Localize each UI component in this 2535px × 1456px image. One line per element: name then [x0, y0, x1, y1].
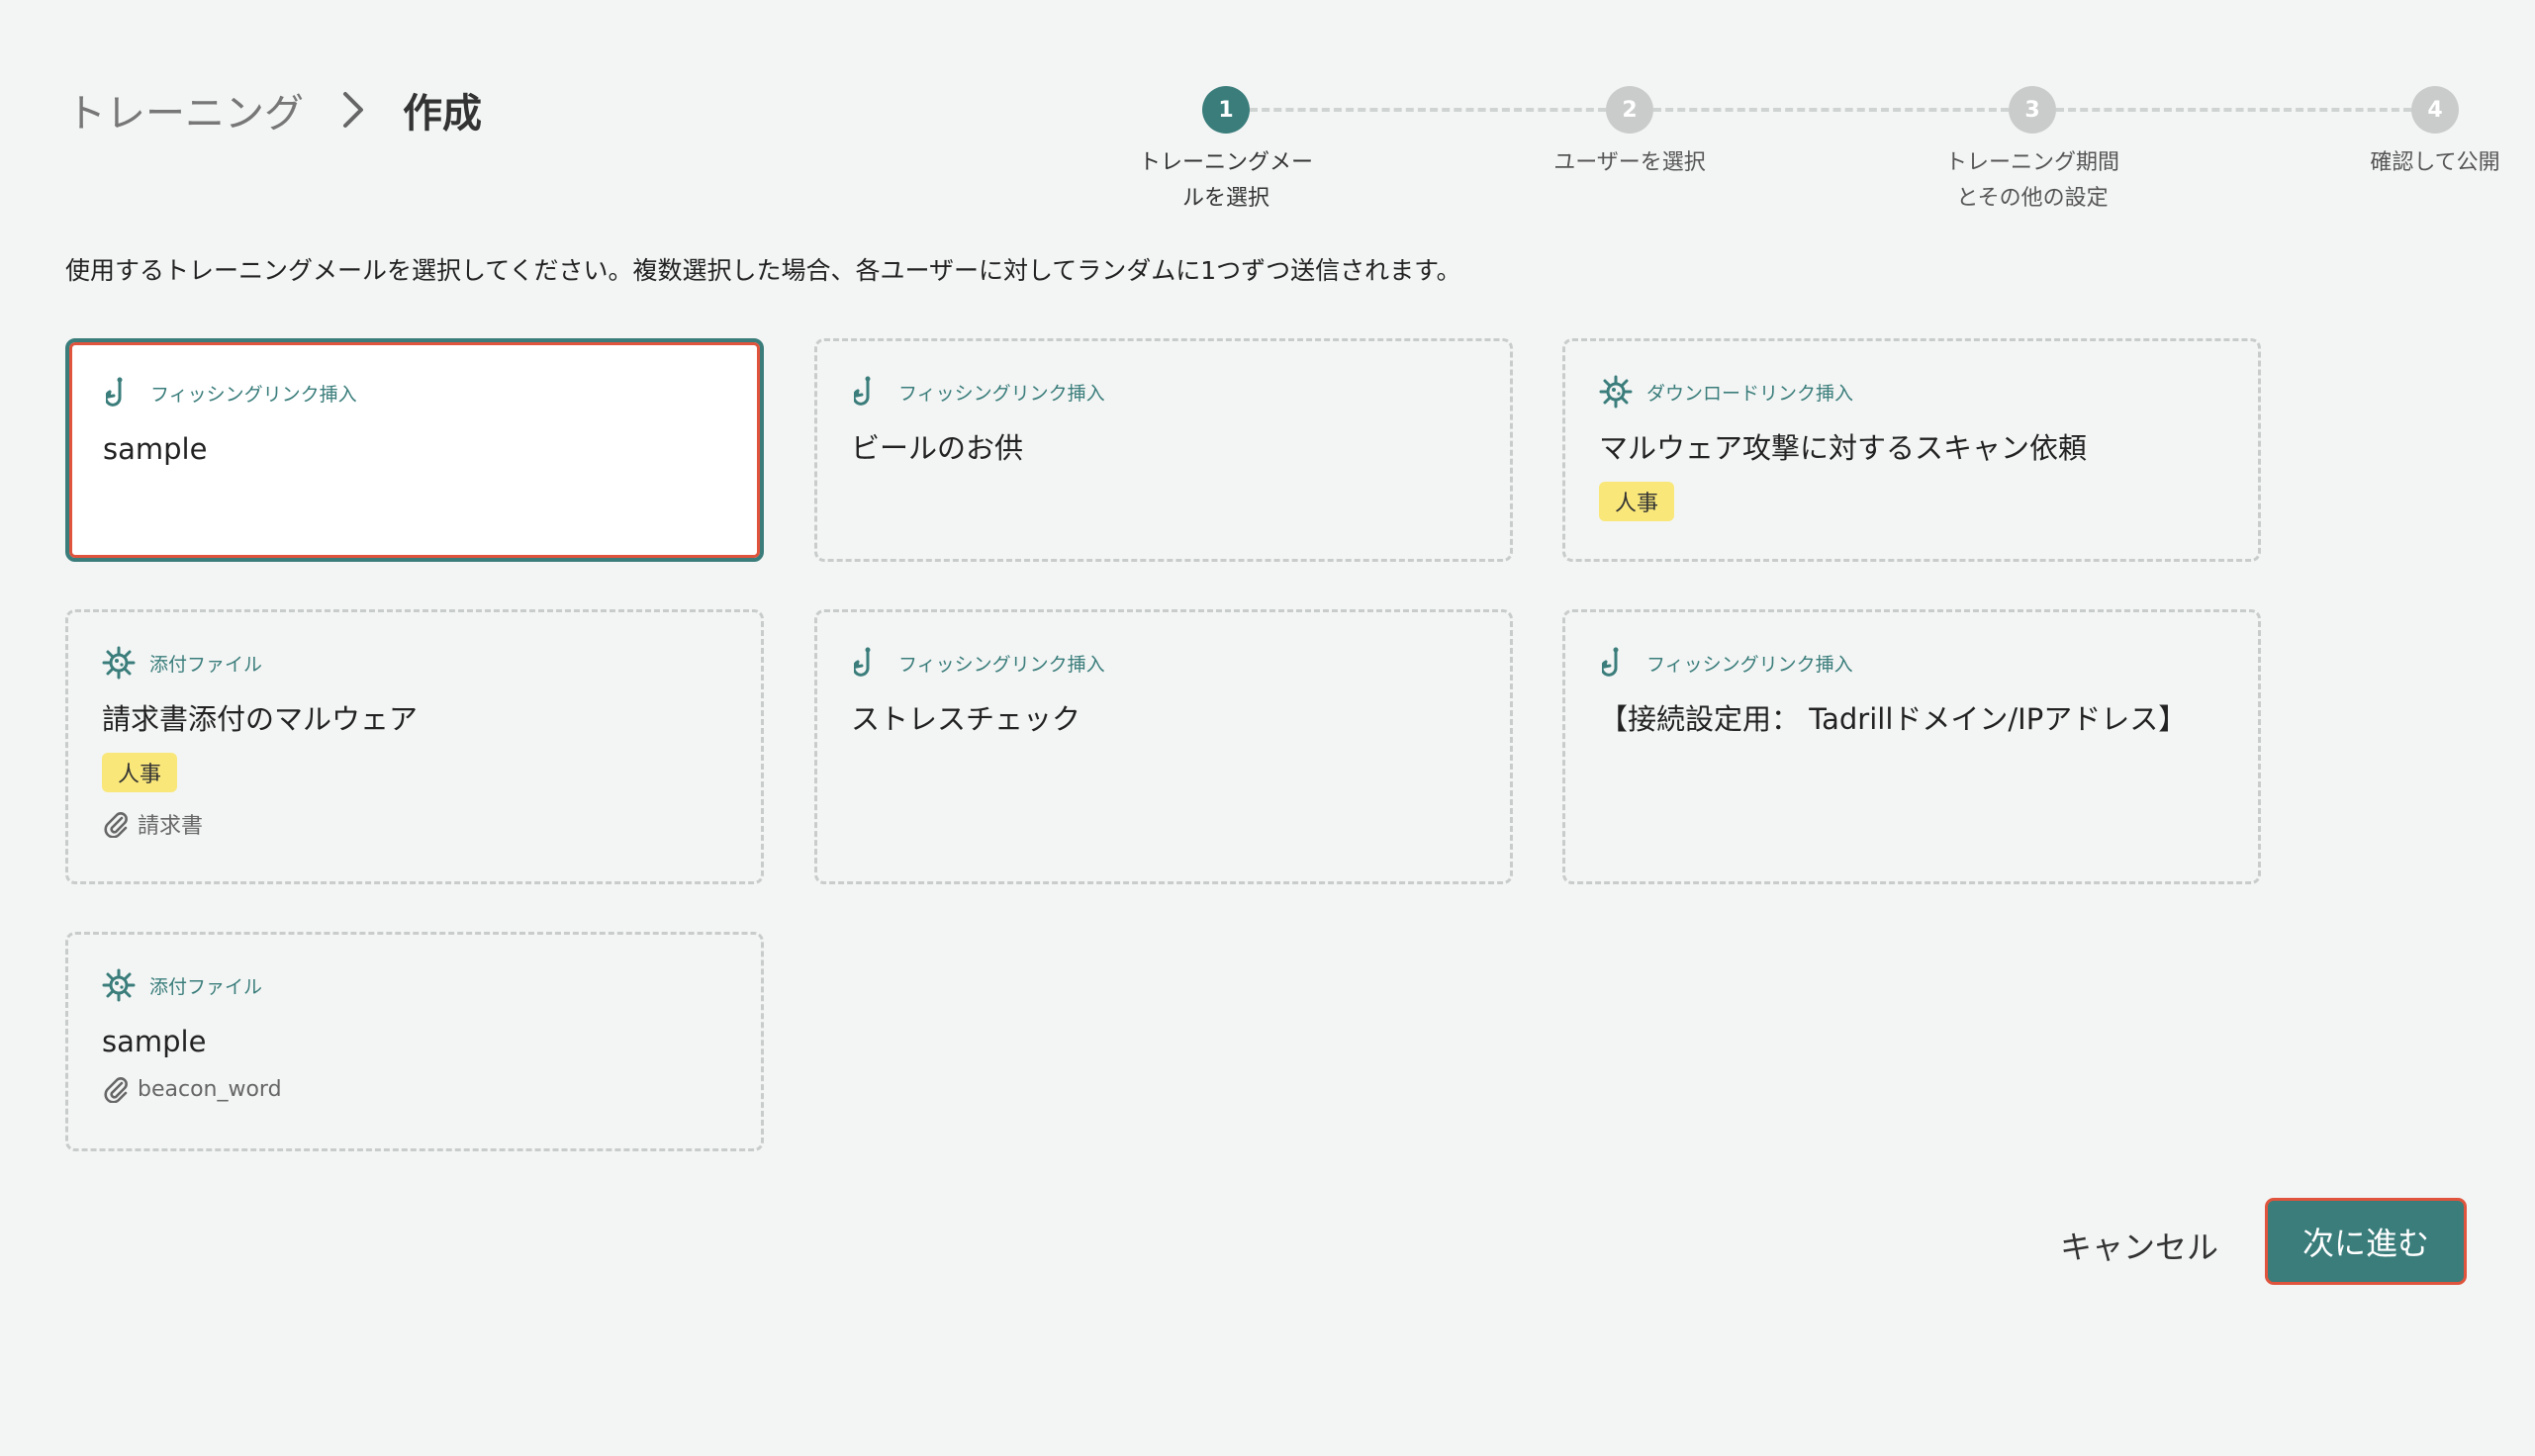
card-type-label: ダウンロードリンク挿入 [1646, 382, 1854, 405]
step-connector [1250, 108, 1606, 112]
mail-card-stress-check[interactable]: フィッシングリンク挿入 ストレスチェック [814, 609, 1513, 884]
card-title: マルウェア攻撃に対するスキャン依頼 [1599, 431, 2088, 465]
virus-icon [102, 968, 136, 1002]
card-title: ストレスチェック [851, 702, 1081, 736]
card-type-label: フィッシングリンク挿入 [1646, 653, 1853, 676]
page: トレーニング 作成 1 2 3 4 トレーニングメー ルを選択 ユーザーを選択 … [0, 0, 2535, 1456]
mail-card-sample-attachment[interactable]: 添付ファイル sample beacon_word [65, 932, 764, 1151]
paperclip-icon [102, 1075, 130, 1103]
step-3-circle: 3 [2009, 86, 2056, 134]
card-type-label: 添付ファイル [149, 975, 263, 998]
mail-card-sample[interactable]: フィッシングリンク挿入 sample [65, 338, 764, 562]
cancel-button[interactable]: キャンセル [2040, 1216, 2238, 1275]
attachment: beacon_word [102, 1075, 727, 1103]
next-button[interactable]: 次に進む [2268, 1201, 2464, 1282]
hook-icon [851, 646, 885, 680]
attachment-name: beacon_word [138, 1076, 282, 1102]
attachment: 請求書 [102, 808, 727, 840]
mail-card-connection-settings[interactable]: フィッシングリンク挿入 【接続設定用： Tadrillドメイン/IPアドレス】 [1562, 609, 2261, 884]
card-type-label: 添付ファイル [149, 653, 263, 676]
breadcrumb-root[interactable]: トレーニング [66, 81, 304, 138]
step-1-circle: 1 [1202, 86, 1250, 134]
card-type-label: フィッシングリンク挿入 [150, 383, 357, 406]
step-connector [2056, 108, 2411, 112]
step-1-label: トレーニングメー ルを選択 [1138, 150, 1313, 211]
card-title: sample [103, 432, 208, 466]
tag-badge: 人事 [102, 753, 178, 792]
step-connector [1653, 108, 2009, 112]
virus-icon [1599, 375, 1633, 409]
card-title: 請求書添付のマルウェア [102, 702, 419, 736]
paperclip-icon [102, 810, 130, 838]
virus-icon [102, 646, 136, 680]
step-2-circle: 2 [1606, 86, 1653, 134]
mail-card-beer[interactable]: フィッシングリンク挿入 ビールのお供 [814, 338, 1513, 562]
breadcrumb: トレーニング 作成 [66, 81, 482, 138]
step-4-label: 確認して公開 [2370, 150, 2500, 175]
card-type-label: フィッシングリンク挿入 [898, 382, 1105, 405]
hook-icon [851, 375, 885, 409]
card-title: sample [102, 1025, 207, 1058]
mail-card-malware-scan[interactable]: ダウンロードリンク挿入 マルウェア攻撃に対するスキャン依頼 人事 [1562, 338, 2261, 562]
mail-card-invoice-malware[interactable]: 添付ファイル 請求書添付のマルウェア 人事 請求書 [65, 609, 764, 884]
tag-badge: 人事 [1599, 482, 1675, 521]
hook-icon [103, 376, 137, 410]
card-title: 【接続設定用： Tadrillドメイン/IPアドレス】 [1599, 702, 2188, 736]
instruction-text: 使用するトレーニングメールを選択してください。複数選択した場合、各ユーザーに対し… [65, 256, 1461, 285]
hook-icon [1599, 646, 1633, 680]
chevron-right-icon [333, 90, 373, 130]
card-type-label: フィッシングリンク挿入 [898, 653, 1105, 676]
step-4-circle: 4 [2411, 86, 2459, 134]
card-title: ビールのお供 [851, 431, 1024, 465]
attachment-name: 請求書 [138, 814, 204, 839]
step-3-label: トレーニング期間 とその他の設定 [1944, 150, 2119, 211]
step-2-label: ユーザーを選択 [1553, 150, 1706, 175]
breadcrumb-current: 作成 [403, 91, 482, 136]
